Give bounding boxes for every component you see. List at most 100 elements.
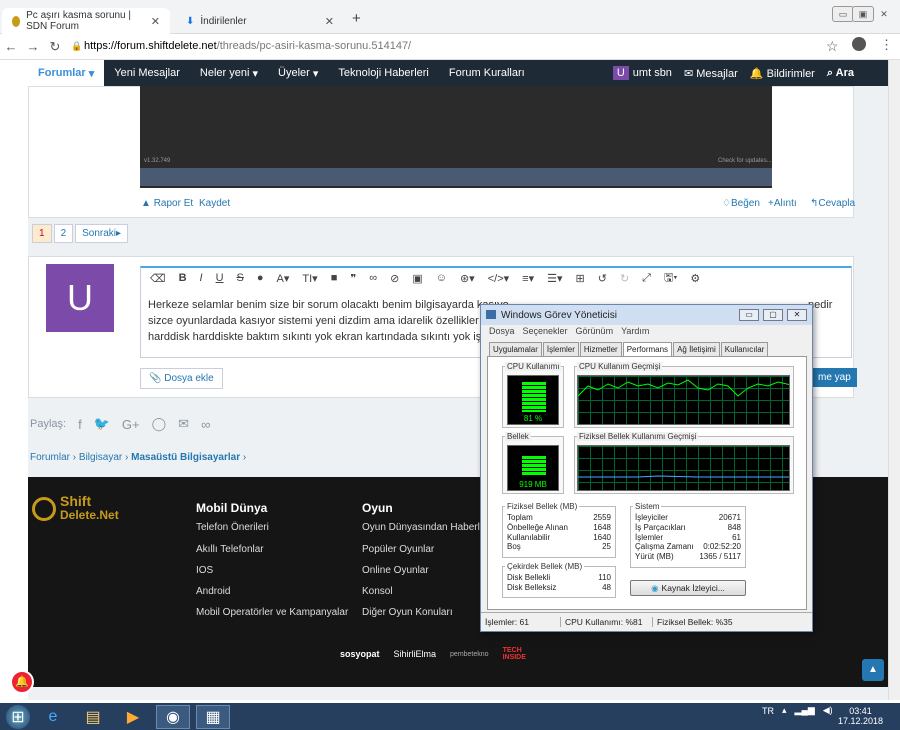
image-icon[interactable]: ▣ (412, 272, 422, 285)
menu-help[interactable]: Yardım (621, 326, 649, 336)
footer-link[interactable]: IOS (196, 565, 213, 576)
resource-monitor-button[interactable]: ◉ Kaynak İzleyici... (630, 580, 746, 596)
tab-performance[interactable]: Performans (622, 342, 673, 357)
nav-forum-rules[interactable]: Forum Kuralları (439, 60, 535, 86)
tab-applications[interactable]: Uygulamalar (489, 342, 542, 357)
tab-services[interactable]: Hizmetler (579, 342, 622, 357)
close-button[interactable]: ✕ (787, 309, 807, 321)
search-link[interactable]: ⌕ Ara (827, 67, 854, 80)
menu-options[interactable]: Seçenekler (523, 326, 568, 336)
notifications-link[interactable]: 🔔 Bildirimler (750, 67, 815, 80)
media-icon[interactable]: ⊛▾ (460, 272, 475, 285)
footer-link[interactable]: Oyun Dünyasından Haberler (362, 522, 489, 533)
unlink-icon[interactable]: ⊘ (390, 272, 399, 285)
whatsapp-icon[interactable]: ◯ (152, 416, 167, 432)
footer-link[interactable]: Konsol (362, 586, 393, 597)
like-link[interactable]: ♢Beğen (722, 198, 760, 209)
size-icon[interactable]: TI▾ (302, 272, 317, 285)
reply-link[interactable]: ↰Cevapla (810, 198, 855, 209)
minimize-button[interactable]: ▭ (739, 309, 759, 321)
smiley-icon[interactable]: ☺ (436, 272, 447, 284)
save-link[interactable]: Kaydet (199, 198, 230, 209)
user-menu[interactable]: Uumt sbn (612, 66, 672, 80)
nav-new-messages[interactable]: Yeni Mesajlar (104, 60, 190, 86)
footer-link[interactable]: Diğer Oyun Konuları (362, 607, 453, 618)
menu-view[interactable]: Görünüm (576, 326, 614, 336)
close-icon[interactable]: ✕ (151, 15, 160, 28)
facebook-icon[interactable]: f (78, 417, 82, 432)
menu-icon[interactable]: ⋮ (880, 37, 893, 53)
reload-icon[interactable]: ↻ (44, 39, 66, 55)
partner-sosyopat[interactable]: sosyopat (340, 649, 380, 659)
footer-link[interactable]: Akıllı Telefonlar (196, 544, 264, 555)
back-icon[interactable]: ← (0, 39, 22, 54)
page-scrollbar[interactable] (888, 60, 900, 700)
nav-tech-news[interactable]: Teknoloji Haberleri (328, 60, 439, 86)
report-link[interactable]: ▲ Rapor Et (141, 198, 193, 209)
maximize-button[interactable]: ▣ (852, 6, 874, 22)
task-manager-titlebar[interactable]: Windows Görev Yöneticisi ▭ ▢ ✕ (481, 305, 812, 325)
redo-icon[interactable]: ↻ (620, 272, 629, 285)
tray-expand-icon[interactable]: ▴ (782, 705, 787, 716)
messages-link[interactable]: ✉ Mesajlar (684, 67, 738, 80)
tab-networking[interactable]: Ağ İletişimi (673, 342, 720, 357)
link-share-icon[interactable]: ∞ (201, 417, 210, 432)
quote-link[interactable]: +Alıntı (768, 198, 797, 209)
partner-pembetekno[interactable]: pembetekno (450, 651, 489, 658)
language-indicator[interactable]: TR (762, 706, 774, 716)
strike-icon[interactable]: S (237, 272, 244, 284)
table-icon[interactable]: ⊞ (576, 272, 585, 285)
tab-forum[interactable]: Pc aşırı kasma sorunu | SDN Forum ✕ (2, 8, 170, 34)
maximize-button[interactable]: ▢ (763, 309, 783, 321)
underline-icon[interactable]: U (216, 272, 224, 284)
footer-link[interactable]: Online Oyunlar (362, 565, 429, 576)
tab-users[interactable]: Kullanıcılar (720, 342, 769, 357)
page-1[interactable]: 1 (32, 224, 52, 243)
close-window-button[interactable]: ✕ (873, 6, 895, 22)
quote-icon[interactable]: ❞ (350, 272, 356, 285)
notification-bell-icon[interactable]: 🔔 (10, 670, 34, 694)
footer-link[interactable]: Popüler Oyunlar (362, 544, 434, 555)
partner-techinside[interactable]: TECH INSIDE (503, 647, 529, 661)
attach-file-button[interactable]: 📎 Dosya ekle (140, 368, 223, 389)
googleplus-icon[interactable]: G+ (122, 417, 140, 432)
tab-downloads[interactable]: ⬇ İndirilenler ✕ (176, 8, 344, 34)
eraser-icon[interactable]: ⌫ (150, 272, 166, 285)
breadcrumb-item[interactable]: Forumlar (30, 452, 70, 463)
footer-link[interactable]: Telefon Önerileri (196, 522, 269, 533)
list-icon[interactable]: ☰▾ (547, 272, 562, 285)
footer-link[interactable]: Android (196, 586, 230, 597)
tab-processes[interactable]: İşlemler (542, 342, 579, 357)
bookmark-star-icon[interactable]: ☆ (826, 38, 839, 55)
undo-icon[interactable]: ↺ (598, 272, 607, 285)
next-page[interactable]: Sonraki▸ (75, 224, 129, 243)
url-field[interactable]: https://forum.shiftdelete.net/threads/pc… (84, 40, 411, 52)
expand-icon[interactable]: ⤢ (642, 272, 651, 285)
chrome-icon[interactable]: ◉ (156, 704, 190, 729)
site-logo[interactable]: Shift Delete.Net (32, 494, 119, 522)
volume-icon[interactable]: ◀) (823, 705, 833, 716)
video-icon[interactable]: ■ (331, 272, 338, 284)
scroll-top-button[interactable]: ▲ (862, 659, 884, 681)
breadcrumb-item[interactable]: Masaüstü Bilgisayarlar (131, 452, 240, 463)
submit-reply-button[interactable]: me yap (812, 368, 857, 387)
gear-icon[interactable]: ⚙ (690, 272, 700, 285)
new-tab-button[interactable]: + (352, 10, 361, 27)
code-icon[interactable]: </>▾ (488, 272, 509, 285)
task-manager-taskbar-icon[interactable]: ▦ (196, 704, 230, 729)
footer-link[interactable]: Mobil Operatörler ve Kampanyalar (196, 607, 348, 618)
explorer-icon[interactable]: ▤ (76, 705, 110, 729)
nav-forumlar[interactable]: Forumlar ▾ (28, 60, 105, 86)
media-player-icon[interactable]: ▶ (116, 705, 150, 729)
start-button[interactable]: ⊞ (6, 704, 30, 729)
minimize-button[interactable]: ▭ (832, 6, 854, 22)
font-icon[interactable]: A▾ (277, 272, 290, 285)
align-icon[interactable]: ≡▾ (522, 272, 534, 285)
close-icon[interactable]: ✕ (325, 15, 334, 28)
twitter-icon[interactable]: 🐦 (94, 416, 110, 432)
bold-icon[interactable]: B (179, 272, 187, 284)
clock[interactable]: 03:41 17.12.2018 (838, 706, 883, 726)
email-icon[interactable]: ✉ (178, 416, 189, 432)
menu-file[interactable]: Dosya (489, 326, 515, 336)
nav-members[interactable]: Üyeler ▾ (268, 60, 328, 86)
